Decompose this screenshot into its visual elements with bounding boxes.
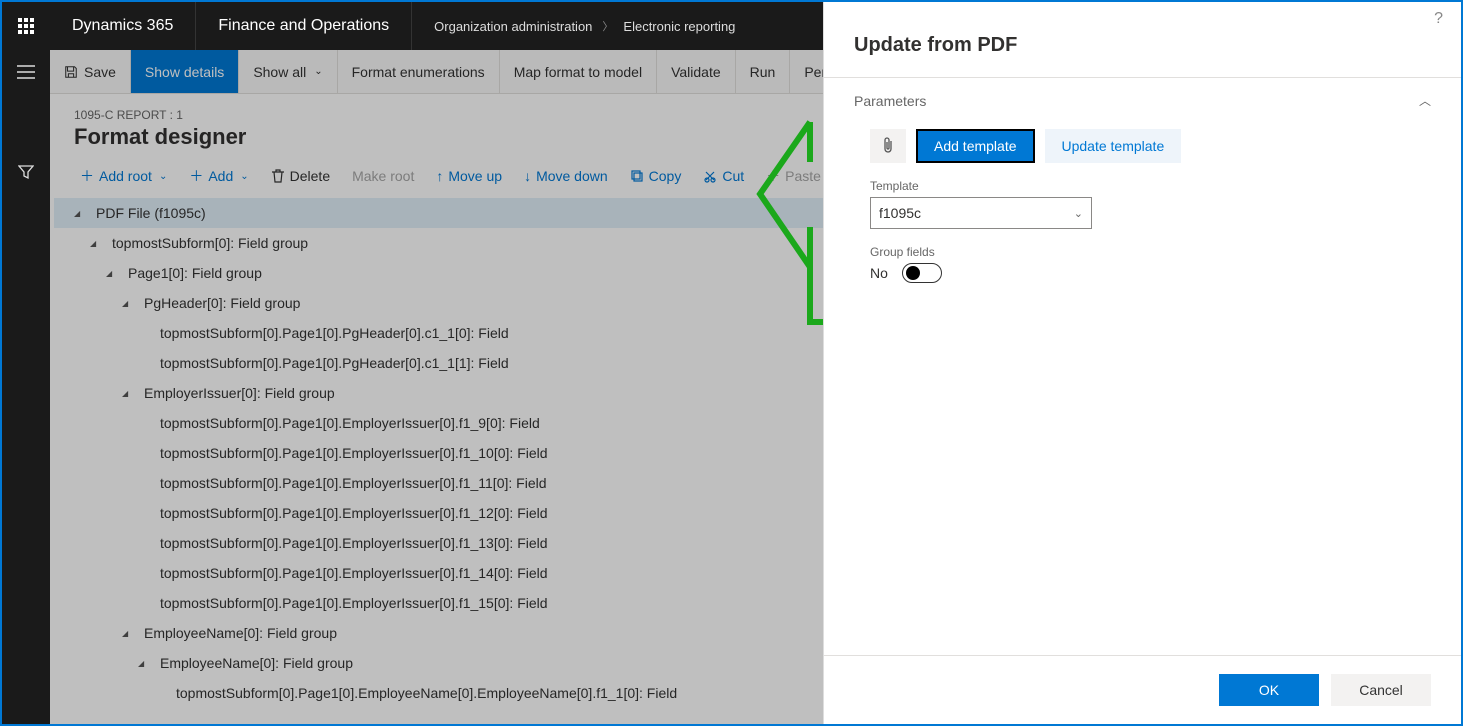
help-icon[interactable]: ?: [1434, 10, 1443, 28]
filter-button[interactable]: [2, 150, 50, 194]
update-from-pdf-panel: ? Update from PDF Parameters ︿ Add templ…: [823, 2, 1461, 724]
update-template-button[interactable]: Update template: [1045, 129, 1182, 163]
toggle-knob: [906, 266, 920, 280]
group-fields-value: No: [870, 265, 888, 281]
app-launcher-button[interactable]: [2, 2, 50, 50]
chevron-down-icon: ⌄: [1074, 207, 1083, 220]
brand-label[interactable]: Dynamics 365: [50, 2, 196, 50]
template-value: f1095c: [879, 205, 921, 221]
left-nav-rail: [2, 50, 50, 724]
waffle-icon: [18, 18, 34, 34]
template-select[interactable]: f1095c ⌄: [870, 197, 1092, 229]
hamburger-menu-button[interactable]: [2, 50, 50, 94]
section-label: Parameters: [854, 93, 926, 109]
cancel-button[interactable]: Cancel: [1331, 674, 1431, 706]
parameters-section-header[interactable]: Parameters ︿: [824, 78, 1461, 123]
paperclip-icon: [880, 137, 896, 155]
chevron-right-icon: 〉: [602, 18, 613, 34]
group-fields-label: Group fields: [870, 245, 1431, 259]
chevron-up-icon: ︿: [1419, 92, 1431, 109]
module-label[interactable]: Finance and Operations: [196, 2, 412, 50]
template-label: Template: [870, 179, 1431, 193]
breadcrumb-item[interactable]: Organization administration: [434, 19, 592, 34]
group-fields-toggle[interactable]: [902, 263, 942, 283]
breadcrumb: Organization administration 〉 Electronic…: [412, 18, 757, 34]
panel-title: Update from PDF: [854, 34, 1017, 57]
add-template-button[interactable]: Add template: [916, 129, 1035, 163]
breadcrumb-item[interactable]: Electronic reporting: [623, 19, 735, 34]
ok-button[interactable]: OK: [1219, 674, 1319, 706]
attachment-button[interactable]: [870, 129, 906, 163]
